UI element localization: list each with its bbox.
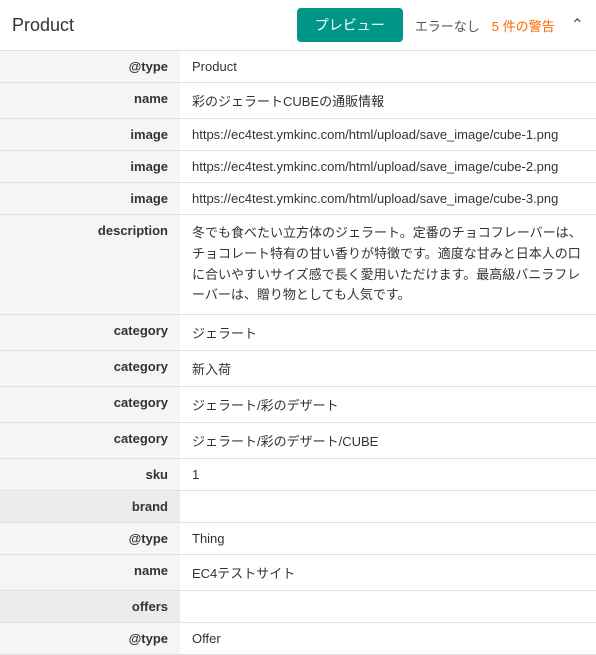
table-row-key: @type [0, 51, 180, 83]
table-row-value: 新入荷 [180, 351, 596, 387]
page-header: Product プレビュー エラーなし 5 件の警告 ⌃ [0, 0, 596, 51]
table-row-value: 彩のジェラートCUBEの通販情報 [180, 83, 596, 119]
table-row-value: ジェラート/彩のデザート/CUBE [180, 423, 596, 459]
table-row-value: EC4テストサイト [180, 555, 596, 591]
table-row-value: https://ec4test.ymkinc.com/html/upload/s… [180, 119, 596, 151]
table-row-key: category [0, 351, 180, 387]
table-row-key: name [0, 555, 180, 591]
table-row-value [180, 491, 596, 523]
table-row-value: ジェラート/彩のデザート [180, 387, 596, 423]
preview-button[interactable]: プレビュー [297, 8, 403, 42]
table-row-value: 冬でも食べたい立方体のジェラート。定番のチョコフレーバーは、チョコレート特有の甘… [180, 215, 596, 315]
table-row-key: category [0, 423, 180, 459]
table-row-value: 1 [180, 459, 596, 491]
table-row-value: Thing [180, 523, 596, 555]
page-title: Product [12, 15, 285, 36]
no-error-status: エラーなし [415, 16, 480, 35]
table-row-value: https://ec4test.ymkinc.com/html/upload/s… [180, 183, 596, 215]
table-row-key: sku [0, 459, 180, 491]
table-row-value: Offer [180, 623, 596, 655]
table-row-value: ジェラート [180, 315, 596, 351]
table-row-value [180, 591, 596, 623]
table-row-key: image [0, 119, 180, 151]
warning-status: 5 件の警告 [492, 16, 555, 35]
collapse-icon[interactable]: ⌃ [571, 15, 584, 35]
table-row-key: @type [0, 623, 180, 655]
product-table: @typeProductname彩のジェラートCUBEの通販情報imagehtt… [0, 51, 596, 655]
table-row-key: category [0, 315, 180, 351]
table-row-key: image [0, 183, 180, 215]
table-row-key: image [0, 151, 180, 183]
table-row-key: @type [0, 523, 180, 555]
table-row-value: https://ec4test.ymkinc.com/html/upload/s… [180, 151, 596, 183]
table-row-key: description [0, 215, 180, 315]
table-row-value: Product [180, 51, 596, 83]
table-row-key: brand [0, 491, 180, 523]
table-row-key: offers [0, 591, 180, 623]
table-row-key: category [0, 387, 180, 423]
table-row-key: name [0, 83, 180, 119]
